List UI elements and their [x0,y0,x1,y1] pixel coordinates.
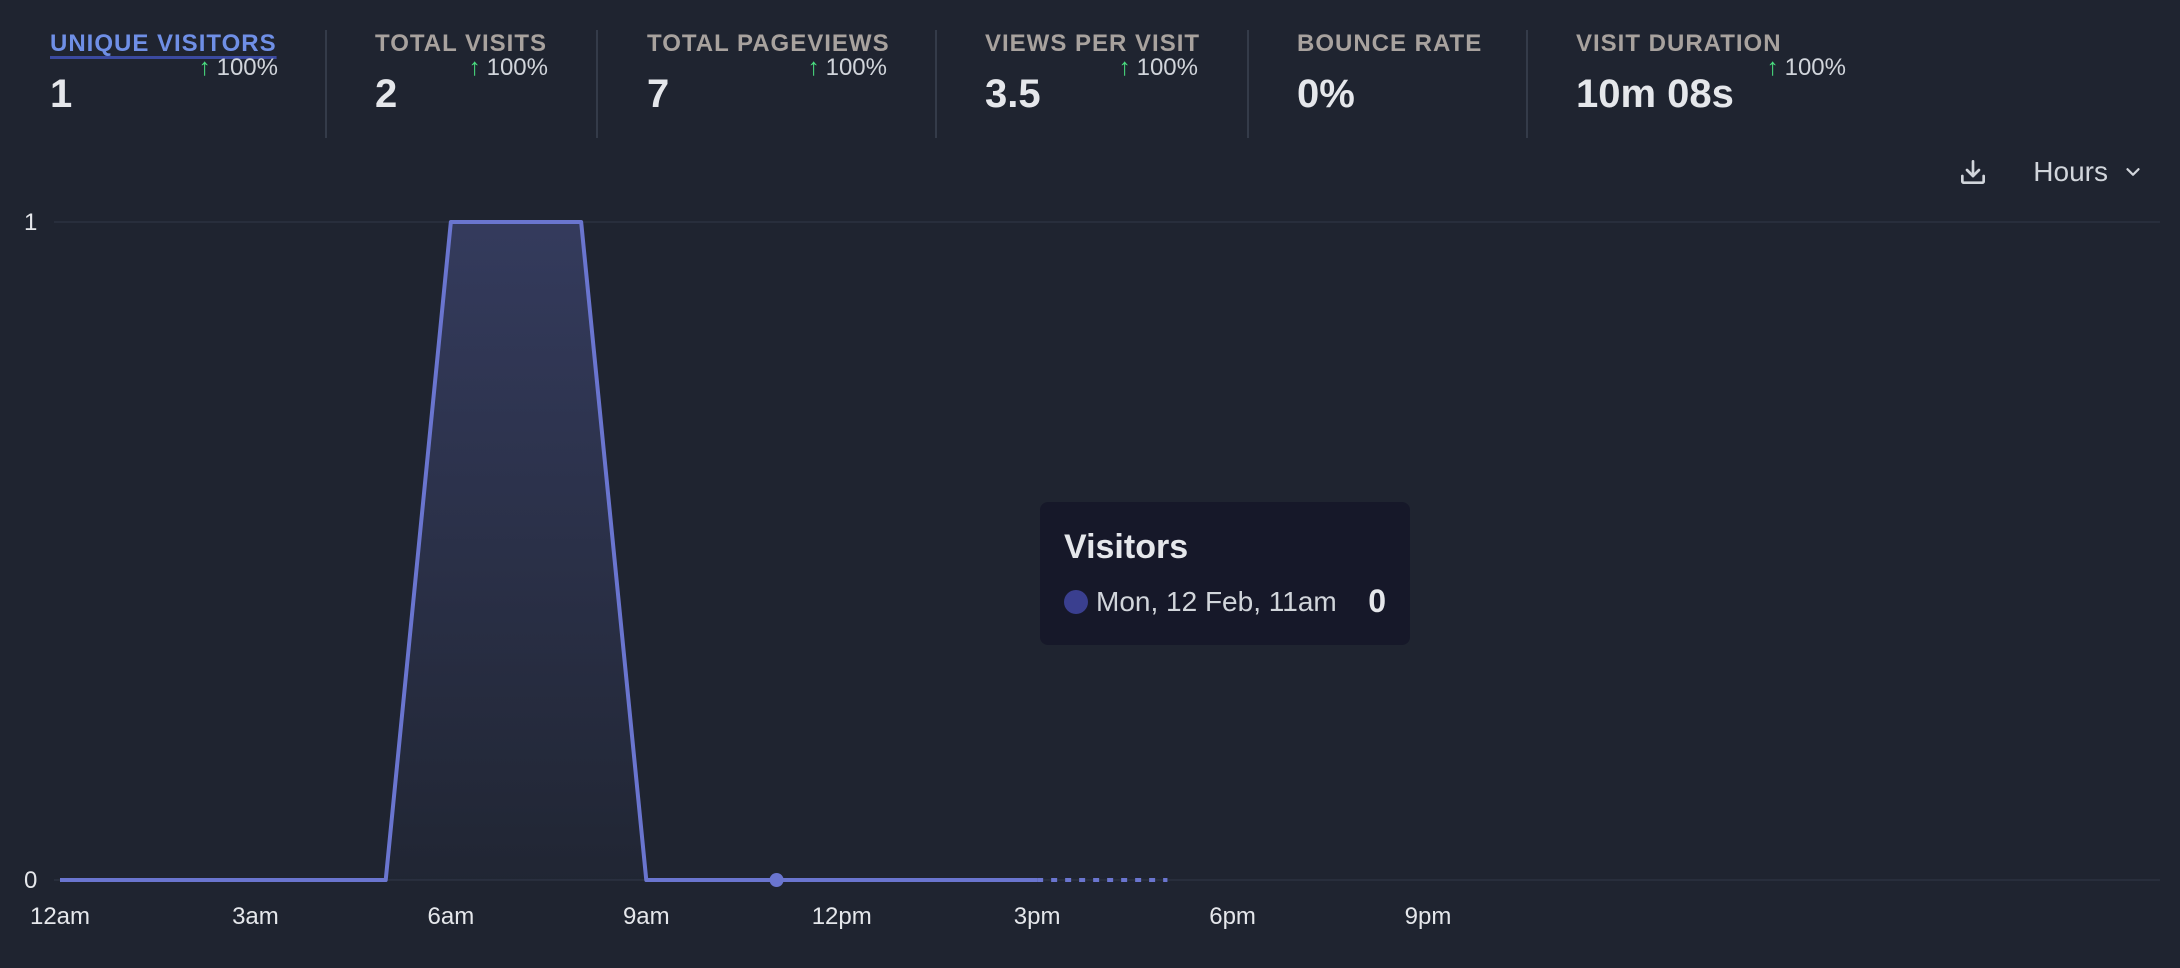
stat-divider [1247,30,1249,138]
chart-tooltip: Visitors Mon, 12 Feb, 11am 0 [1040,502,1410,645]
stat-total-pageviews[interactable]: TOTAL PAGEVIEWS 7 ↑ 100% [647,30,889,138]
stat-divider [935,30,937,138]
chart-toolbar: Hours [1953,152,2144,192]
stat-change: ↑ 100% [808,54,887,82]
stat-value: 1 [50,72,73,116]
stat-views-per-visit[interactable]: VIEWS PER VISIT 3.5 ↑ 100% [985,30,1199,138]
stat-change-text: 100% [825,54,887,81]
arrow-up-icon: ↑ [1766,54,1779,81]
tooltip-row: Mon, 12 Feb, 11am 0 [1064,583,1386,620]
stat-value: 2 [375,72,398,116]
stat-unique-visitors[interactable]: UNIQUE VISITORS 1 ↑ 100% [50,30,278,138]
arrow-up-icon: ↑ [198,54,211,81]
arrow-up-icon: ↑ [807,54,820,81]
stat-change-text: 100% [486,54,548,81]
stat-change-text: 100% [1784,54,1846,81]
x-tick-label: 3am [232,903,279,930]
y-tick-label: 1 [24,209,37,236]
stat-value: 7 [647,72,670,116]
stat-value: 3.5 [985,72,1041,116]
x-tick-label: 9pm [1405,903,1452,930]
interval-label: Hours [2033,156,2108,187]
stat-change: ↑ 100% [1767,54,1846,82]
download-icon [1961,160,1986,184]
stat-visit-duration[interactable]: VISIT DURATION 10m 08s ↑ 100% [1576,30,1846,138]
tooltip-value: 0 [1368,583,1386,619]
stat-value: 0% [1297,72,1355,116]
series-color-dot [1064,589,1088,614]
x-tick-label: 6pm [1209,903,1256,930]
stat-divider [1526,30,1528,138]
interval-dropdown[interactable]: Hours [2033,156,2144,188]
stat-change: ↑ 100% [469,54,548,82]
chevron-down-icon [2122,161,2144,183]
tooltip-date: Mon, 12 Feb, 11am [1096,585,1337,617]
stat-change-text: 100% [1136,54,1198,81]
y-tick-label: 0 [24,867,37,894]
stat-value: 10m 08s [1576,72,1734,116]
stat-divider [596,30,598,138]
x-tick-label: 6am [428,903,475,930]
stat-divider [325,30,327,138]
x-tick-label: 9am [623,903,670,930]
download-button[interactable] [1953,152,1993,192]
stat-bounce-rate[interactable]: BOUNCE RATE 0% [1297,30,1527,138]
x-tick-label: 3pm [1014,903,1061,930]
arrow-up-icon: ↑ [1118,54,1131,81]
x-tick-label: 12am [30,903,90,930]
x-tick-label: 12pm [812,903,872,930]
arrow-up-icon: ↑ [468,54,481,81]
stat-change: ↑ 100% [1119,54,1198,82]
top-stats-bar: UNIQUE VISITORS 1 ↑ 100% TOTAL VISITS 2 ↑… [0,0,2180,140]
stat-total-visits[interactable]: TOTAL VISITS 2 ↑ 100% [375,30,548,138]
stat-change: ↑ 100% [199,54,278,82]
stat-change-text: 100% [216,54,278,81]
tooltip-title: Visitors [1064,528,1189,566]
series-area [60,222,1038,880]
stat-label: BOUNCE RATE [1297,30,1483,57]
hover-point [769,873,784,887]
